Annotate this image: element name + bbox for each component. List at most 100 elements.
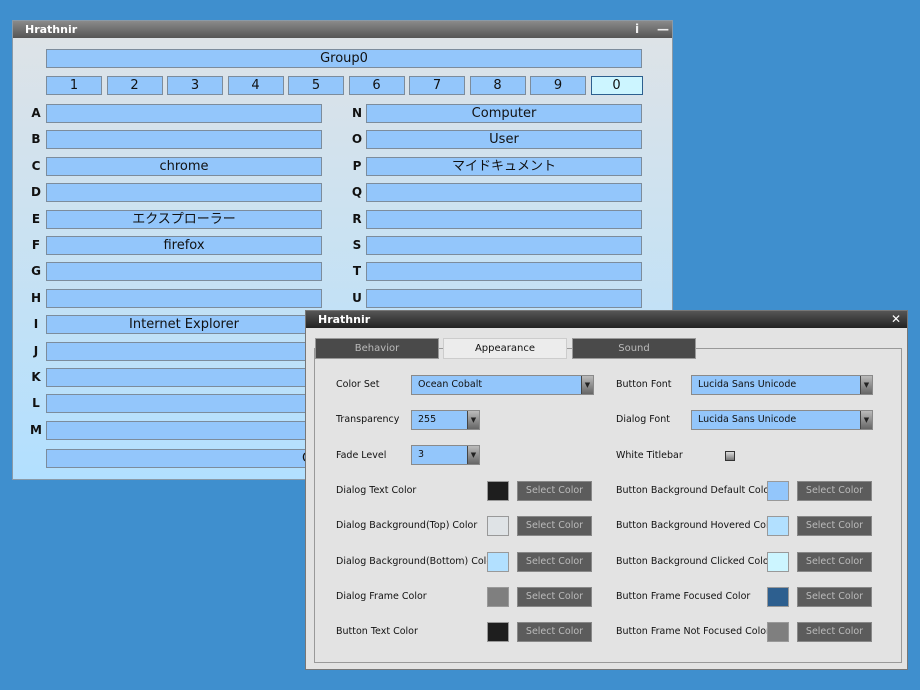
hotkey-button-b[interactable]: [46, 130, 322, 150]
hotkey-button-d[interactable]: [46, 183, 322, 203]
button-font-value: Lucida Sans Unicode: [698, 379, 797, 390]
hotkey-button-r[interactable]: [366, 209, 642, 229]
color-label: Button Text Color: [336, 626, 418, 638]
hotkey-button-l[interactable]: [46, 394, 322, 414]
tab-sound[interactable]: Sound: [572, 338, 696, 359]
hotkey-button-k[interactable]: [46, 368, 322, 387]
transparency-select[interactable]: 255 ▼: [411, 410, 480, 430]
color-label: Button Background Hovered Color: [616, 520, 779, 532]
tab-panel: [314, 348, 902, 663]
hotkey-label-j: J: [33, 343, 39, 358]
hotkey-button-c[interactable]: chrome: [46, 156, 322, 176]
hotkey-button-m[interactable]: [46, 420, 322, 440]
color-swatch: [487, 516, 509, 537]
color-swatch: [767, 622, 789, 643]
hotkey-label-k: K: [31, 370, 41, 384]
hotkey-label-c: C: [31, 158, 41, 173]
fade-level-select[interactable]: 3 ▼: [411, 445, 480, 465]
hotkey-button-u[interactable]: [366, 288, 642, 308]
select-color-button[interactable]: Select Color: [517, 586, 592, 607]
select-color-button[interactable]: Select Color: [517, 481, 592, 501]
hotkey-button-h[interactable]: [46, 288, 322, 308]
select-color-button[interactable]: Select Color: [797, 516, 872, 537]
color-label: Dialog Background(Bottom) Color: [336, 555, 497, 567]
hotkey-button-f[interactable]: firefox: [46, 236, 322, 255]
select-color-button[interactable]: Select Color: [797, 622, 872, 643]
number-button-3[interactable]: 3: [167, 76, 223, 95]
chevron-down-icon[interactable]: ▼: [860, 411, 872, 429]
hotkey-label-e: E: [31, 211, 41, 226]
hotkey-button-p[interactable]: マイドキュメント: [366, 156, 642, 176]
hotkey-label-h: H: [30, 290, 42, 305]
chevron-down-icon[interactable]: ▼: [467, 446, 479, 464]
color-swatch: [767, 586, 789, 607]
select-color-button[interactable]: Select Color: [797, 551, 872, 572]
white-titlebar-label: White Titlebar: [616, 450, 683, 461]
chevron-down-icon[interactable]: ▼: [467, 411, 479, 429]
color-set-label: Color Set: [336, 379, 380, 390]
color-swatch: [767, 481, 789, 501]
hotkey-label-l: L: [32, 396, 40, 411]
hotkey-button-q[interactable]: [366, 183, 642, 203]
close-icon[interactable]: ✕: [891, 311, 901, 328]
hotkey-button-g[interactable]: [46, 262, 322, 282]
hotkey-label-b: B: [31, 132, 41, 147]
number-button-8[interactable]: 8: [469, 76, 526, 95]
color-label: Button Frame Focused Color: [616, 590, 751, 602]
hotkey-label-n: N: [351, 106, 363, 120]
number-button-9[interactable]: 9: [530, 76, 586, 95]
number-button-2[interactable]: 2: [106, 76, 163, 95]
hotkey-button-j[interactable]: [46, 341, 322, 361]
hotkey-button-n[interactable]: Computer: [366, 104, 642, 123]
hotkey-label-s: S: [352, 238, 362, 252]
group-button[interactable]: Group0: [46, 49, 642, 68]
hotkey-label-o: O: [351, 132, 363, 147]
select-color-button[interactable]: Select Color: [797, 586, 872, 607]
color-swatch: [487, 551, 509, 572]
color-label: Dialog Text Color: [336, 485, 417, 496]
select-color-button[interactable]: Select Color: [517, 551, 592, 572]
hotkey-button-a[interactable]: [46, 104, 322, 123]
number-button-4[interactable]: 4: [227, 76, 284, 95]
hotkey-label-d: D: [31, 185, 41, 200]
color-label: Button Background Clicked Color: [616, 555, 773, 567]
select-color-button[interactable]: Select Color: [517, 622, 592, 643]
number-button-7[interactable]: 7: [409, 76, 465, 95]
select-color-button[interactable]: Select Color: [517, 516, 592, 537]
hotkey-button-o[interactable]: User: [366, 130, 642, 150]
hotkey-button-s[interactable]: [366, 236, 642, 255]
dialog-font-select[interactable]: Lucida Sans Unicode ▼: [691, 410, 873, 430]
dialog-font-value: Lucida Sans Unicode: [698, 414, 797, 425]
main-titlebar[interactable]: Hrathnir i —: [13, 21, 672, 38]
hotkey-button-i[interactable]: Internet Explorer: [46, 315, 322, 335]
color-swatch: [487, 622, 509, 643]
hotkey-label-u: U: [352, 290, 362, 305]
hotkey-label-r: R: [352, 211, 362, 226]
color-label: Dialog Frame Color: [336, 590, 427, 602]
fade-level-label: Fade Level: [336, 450, 387, 461]
button-font-select[interactable]: Lucida Sans Unicode ▼: [691, 375, 873, 395]
color-set-select[interactable]: Ocean Cobalt ▼: [411, 375, 594, 395]
hotkey-button-t[interactable]: [366, 262, 642, 282]
chevron-down-icon[interactable]: ▼: [860, 376, 872, 394]
chevron-down-icon[interactable]: ▼: [581, 376, 593, 394]
dialog-font-label: Dialog Font: [616, 414, 670, 425]
minimize-icon[interactable]: —: [657, 21, 669, 38]
hotkey-label-p: P: [352, 158, 362, 173]
info-icon[interactable]: i: [635, 21, 639, 38]
transparency-value: 255: [418, 414, 437, 425]
hotkey-label-m: M: [30, 422, 42, 437]
tab-behavior[interactable]: Behavior: [315, 338, 439, 359]
hotkey-label-g: G: [31, 264, 41, 279]
number-button-0[interactable]: 0: [590, 76, 643, 95]
color-label: Button Frame Not Focused Color: [616, 626, 770, 638]
select-color-button[interactable]: Select Color: [797, 481, 872, 501]
tab-appearance[interactable]: Appearance: [443, 338, 567, 359]
color-swatch: [487, 481, 509, 501]
white-titlebar-checkbox[interactable]: [725, 451, 735, 461]
number-button-6[interactable]: 6: [348, 76, 405, 95]
number-button-1[interactable]: 1: [46, 76, 102, 95]
dialog-titlebar[interactable]: Hrathnir ✕: [306, 311, 907, 328]
hotkey-button-e[interactable]: エクスプローラー: [46, 209, 322, 229]
number-button-5[interactable]: 5: [288, 76, 344, 95]
